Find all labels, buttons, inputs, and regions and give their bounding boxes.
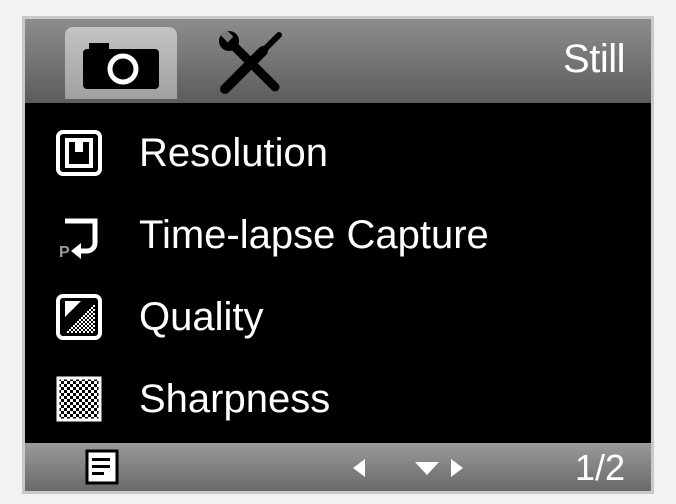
- settings-tools-icon: [219, 29, 282, 94]
- menu-item-label: Time-lapse Capture: [139, 213, 489, 257]
- right-arrow-icon: [451, 459, 463, 477]
- menu-item-quality[interactable]: Quality: [25, 275, 651, 357]
- resolution-icon: [56, 130, 102, 176]
- menu-item-label: Resolution: [139, 131, 329, 175]
- sharpness-icon: [56, 376, 102, 422]
- time-lapse-icon: P: [59, 218, 98, 259]
- svg-text:P: P: [59, 244, 70, 259]
- menu-item-resolution[interactable]: Resolution: [25, 111, 651, 193]
- page-indicator: 1/2: [574, 447, 625, 488]
- header-bar: Still: [25, 19, 651, 103]
- mode-label: Still: [563, 37, 625, 81]
- footer-bar: 1/2: [25, 443, 651, 491]
- camera-menu-screen: Still Resolution P Time-lapse Capture Qu…: [22, 16, 654, 494]
- navigation-arrows: [353, 459, 463, 477]
- menu-item-label: Sharpness: [139, 377, 331, 421]
- menu-list-icon[interactable]: [85, 449, 119, 485]
- down-arrow-icon: [415, 462, 439, 475]
- menu-list: Resolution P Time-lapse Capture Quality …: [25, 111, 651, 439]
- tab-camera[interactable]: [65, 27, 177, 99]
- left-arrow-icon: [353, 459, 365, 477]
- quality-icon: [56, 294, 102, 340]
- menu-item-time-lapse-capture[interactable]: P Time-lapse Capture: [25, 193, 651, 275]
- tab-settings[interactable]: [215, 29, 287, 95]
- menu-item-label: Quality: [139, 295, 264, 339]
- menu-item-sharpness[interactable]: Sharpness: [25, 357, 651, 439]
- camera-icon: [83, 43, 159, 89]
